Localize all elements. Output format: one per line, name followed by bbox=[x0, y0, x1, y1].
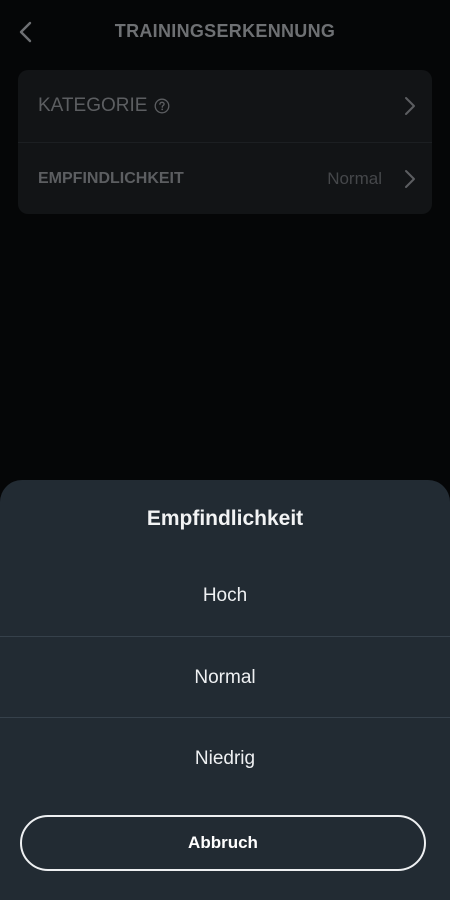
sensitivity-value: Normal bbox=[327, 169, 382, 188]
option-normal[interactable]: Normal bbox=[0, 636, 450, 718]
category-row[interactable]: KATEGORIE bbox=[18, 70, 432, 142]
sensitivity-row[interactable]: EMPFINDLICHKEIT Normal bbox=[18, 142, 432, 215]
question-circle-icon[interactable] bbox=[154, 98, 170, 114]
chevron-right-icon bbox=[404, 169, 416, 189]
category-label-group: KATEGORIE bbox=[38, 95, 170, 117]
category-label: KATEGORIE bbox=[38, 95, 148, 116]
sensitivity-label: EMPFINDLICHKEIT bbox=[38, 170, 184, 187]
header: TRAININGSERKENNUNG bbox=[0, 0, 450, 66]
page-title: TRAININGSERKENNUNG bbox=[114, 21, 336, 41]
screen: TRAININGSERKENNUNG KATEGORIE EMPFINDLICH… bbox=[0, 0, 450, 900]
option-hoch[interactable]: Hoch bbox=[0, 555, 450, 636]
option-niedrig[interactable]: Niedrig bbox=[0, 717, 450, 799]
sensitivity-bottom-sheet: Empfindlichkeit Hoch Normal Niedrig Abbr… bbox=[0, 480, 450, 900]
cancel-button[interactable]: Abbruch bbox=[20, 815, 426, 871]
settings-card: KATEGORIE EMPFINDLICHKEIT Normal bbox=[18, 70, 432, 214]
sheet-title: Empfindlichkeit bbox=[146, 507, 304, 530]
chevron-right-icon bbox=[404, 96, 416, 116]
